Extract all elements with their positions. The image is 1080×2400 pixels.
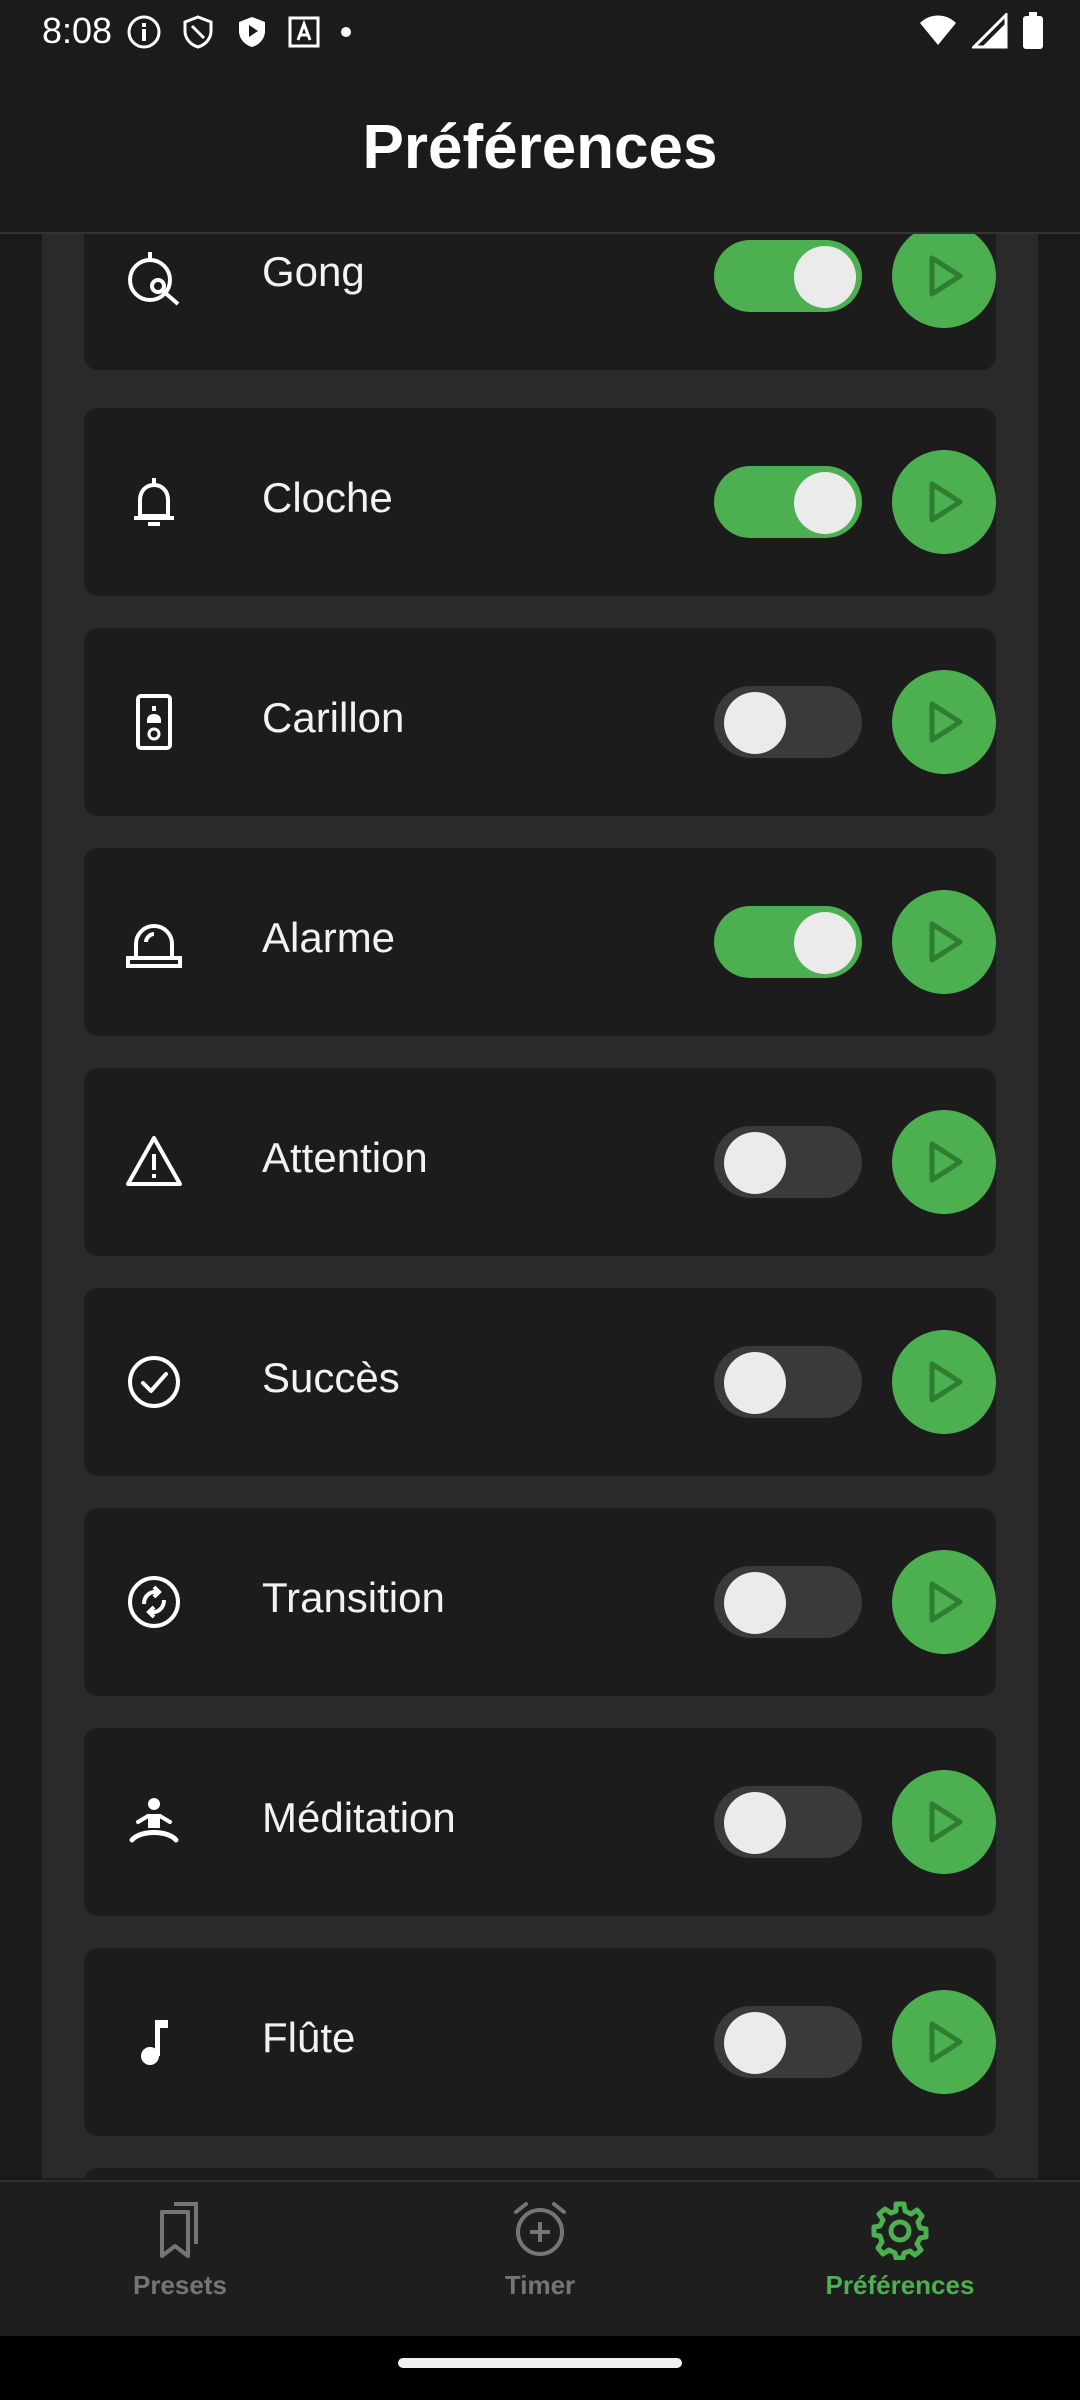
shield-icon xyxy=(180,14,216,55)
gong-icon xyxy=(124,246,184,306)
play-sound-button[interactable] xyxy=(892,1990,996,2094)
sound-toggle[interactable] xyxy=(714,686,862,758)
status-time: 8:08 xyxy=(42,10,113,51)
bell-icon xyxy=(124,472,184,532)
play-sound-button[interactable] xyxy=(892,234,996,328)
check-circle-icon xyxy=(124,1352,184,1412)
sync-icon xyxy=(124,1572,184,1632)
sound-label: Flûte xyxy=(262,2014,356,2061)
toggle-knob xyxy=(724,1352,786,1414)
sound-label: Succès xyxy=(262,1354,400,1401)
play-icon xyxy=(929,1361,963,1403)
sounds-list[interactable]: Gong Cloche Carillon Alarme Attention Su… xyxy=(42,234,1038,2178)
sound-card-alarme: Alarme xyxy=(84,848,996,1036)
doorbell-icon xyxy=(124,692,184,752)
meditation-icon xyxy=(124,1792,184,1852)
toggle-knob xyxy=(794,912,856,974)
toggle-knob xyxy=(724,1792,786,1854)
sound-toggle[interactable] xyxy=(714,1786,862,1858)
play-shield-icon xyxy=(234,14,270,55)
play-icon xyxy=(929,255,963,297)
bottom-nav: Presets Timer Préférences xyxy=(0,2180,1080,2338)
nav-label: Timer xyxy=(504,2270,576,2300)
sound-label: Carillon xyxy=(262,694,405,741)
gesture-bar xyxy=(0,2336,1080,2400)
nav-preferences[interactable]: Préférences xyxy=(780,2200,1020,2320)
status-icons-left xyxy=(126,14,354,55)
toggle-knob xyxy=(724,692,786,754)
page-title: Préférences xyxy=(362,113,718,182)
alarm-add-icon xyxy=(514,2202,566,2256)
sound-label: Cloche xyxy=(262,474,393,521)
bookmarks-icon xyxy=(160,2202,198,2258)
sound-toggle[interactable] xyxy=(714,906,862,978)
play-sound-button[interactable] xyxy=(892,1110,996,1214)
play-sound-button[interactable] xyxy=(892,1770,996,1874)
nav-label: Préférences xyxy=(825,2270,975,2300)
sound-toggle[interactable] xyxy=(714,2006,862,2078)
status-icons-right xyxy=(918,11,1044,55)
sound-card-meditation: Méditation xyxy=(84,1728,996,1916)
music-note-icon xyxy=(124,2012,184,2072)
toggle-knob xyxy=(724,1132,786,1194)
play-sound-button[interactable] xyxy=(892,1550,996,1654)
sound-label: Alarme xyxy=(262,914,396,961)
play-icon xyxy=(929,1581,963,1623)
dot-icon xyxy=(338,24,354,45)
toggle-knob xyxy=(794,246,856,308)
sound-card-next xyxy=(84,2168,996,2178)
play-icon xyxy=(929,1801,963,1843)
nav-label: Presets xyxy=(133,2270,227,2300)
play-sound-button[interactable] xyxy=(892,1330,996,1434)
status-bar: 8:08 xyxy=(0,0,1080,64)
sound-card-carillon: Carillon xyxy=(84,628,996,816)
sound-label: Attention xyxy=(262,1134,428,1181)
play-icon xyxy=(929,481,963,523)
home-gesture-handle[interactable] xyxy=(398,2358,682,2368)
sound-card-cloche: Cloche xyxy=(84,408,996,596)
nav-timer[interactable]: Timer xyxy=(420,2200,660,2320)
play-icon xyxy=(929,2021,963,2063)
battery-icon xyxy=(1022,12,1044,55)
play-sound-button[interactable] xyxy=(892,450,996,554)
app-header: Préférences xyxy=(0,64,1080,234)
sound-card-flute: Flûte xyxy=(84,1948,996,2136)
signal-icon xyxy=(970,11,1008,54)
play-icon xyxy=(929,1141,963,1183)
sound-toggle[interactable] xyxy=(714,1346,862,1418)
warning-icon xyxy=(124,1132,184,1192)
toggle-knob xyxy=(724,1572,786,1634)
sound-toggle[interactable] xyxy=(714,240,862,312)
font-icon xyxy=(288,16,320,53)
sound-card-transition: Transition xyxy=(84,1508,996,1696)
sound-label: Transition xyxy=(262,1574,445,1621)
play-sound-button[interactable] xyxy=(892,890,996,994)
sound-toggle[interactable] xyxy=(714,466,862,538)
sound-label: Méditation xyxy=(262,1794,456,1841)
wifi-icon xyxy=(918,13,958,54)
play-icon xyxy=(929,701,963,743)
toggle-knob xyxy=(724,2012,786,2074)
info-icon xyxy=(126,14,162,55)
sound-card-succes: Succès xyxy=(84,1288,996,1476)
sound-toggle[interactable] xyxy=(714,1126,862,1198)
sound-card-attention: Attention xyxy=(84,1068,996,1256)
sound-label: Gong xyxy=(262,248,365,295)
toggle-knob xyxy=(794,472,856,534)
sound-card-gong: Gong xyxy=(84,234,996,370)
settings-gear-icon xyxy=(871,2201,929,2260)
play-sound-button[interactable] xyxy=(892,670,996,774)
nav-presets[interactable]: Presets xyxy=(60,2200,300,2320)
alarm-light-icon xyxy=(124,912,184,972)
sound-toggle[interactable] xyxy=(714,1566,862,1638)
play-icon xyxy=(929,921,963,963)
